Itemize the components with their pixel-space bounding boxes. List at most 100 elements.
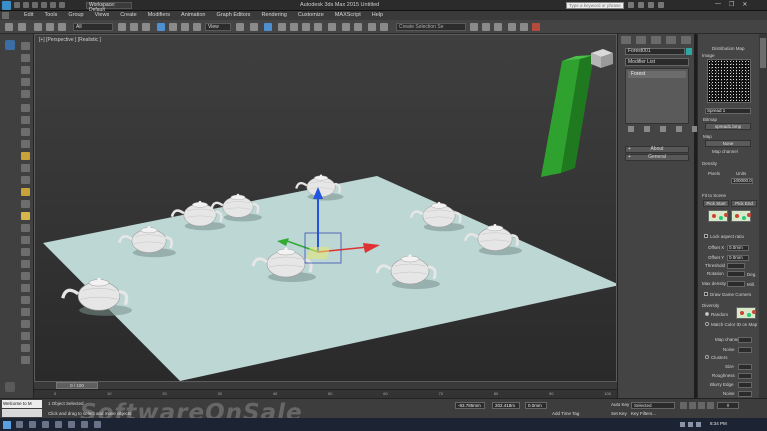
motion-tab-icon[interactable]: [666, 36, 676, 44]
graphite-tools-icon[interactable]: [380, 23, 388, 31]
blurry-edge-input[interactable]: [738, 382, 752, 388]
menu-rendering[interactable]: Rendering: [261, 12, 286, 18]
pick-end-button[interactable]: Pick End: [731, 200, 757, 207]
app-logo-icon[interactable]: [2, 1, 11, 10]
size-input[interactable]: [738, 364, 752, 370]
stack-item-forest[interactable]: Forest: [628, 71, 686, 78]
auto-key-button[interactable]: Auto Key: [611, 402, 629, 407]
display-layers-icon[interactable]: [21, 236, 30, 244]
save-file-icon[interactable]: [32, 2, 38, 8]
star-icon[interactable]: [638, 2, 644, 8]
redo-icon[interactable]: [50, 2, 56, 8]
track-bar[interactable]: 0 10 20 30 40 50 60 70 80 90 100: [34, 389, 617, 398]
menu-maxscript[interactable]: MAXScript: [335, 12, 361, 18]
viewport-label[interactable]: [+] [Perspective ] [Realistic ]: [39, 37, 101, 43]
ground-plane[interactable]: [43, 176, 617, 381]
render-production-icon[interactable]: [532, 23, 540, 31]
display-containers-icon[interactable]: [21, 200, 30, 208]
menu-modifiers[interactable]: Modifiers: [148, 12, 170, 18]
project-folder-icon[interactable]: [59, 2, 65, 8]
taskbar-app-icon[interactable]: [42, 421, 49, 428]
gizmo-xy-plane[interactable]: [306, 247, 330, 259]
menu-tools[interactable]: Tools: [44, 12, 57, 18]
align-icon[interactable]: [354, 23, 362, 31]
display-helpers-icon[interactable]: [21, 128, 30, 136]
reference-coordinate-dropdown[interactable]: View: [205, 23, 231, 31]
scrollbar-thumb[interactable]: [760, 38, 766, 68]
render-setup-icon[interactable]: [508, 23, 516, 31]
noise-input[interactable]: [738, 347, 752, 353]
modifier-list-dropdown[interactable]: Modifier List: [625, 58, 689, 66]
object-color-swatch[interactable]: [686, 48, 692, 55]
select-object-icon[interactable]: [118, 23, 126, 31]
viewport-layout-icon[interactable]: [5, 382, 15, 392]
z-coordinate-input[interactable]: 0.0mm: [525, 402, 547, 409]
draw-corners-checkbox[interactable]: [704, 292, 708, 296]
display-xrefs-icon[interactable]: [21, 188, 30, 196]
spinner-snap-icon[interactable]: [314, 23, 322, 31]
modify-tab-icon[interactable]: [636, 36, 646, 44]
sort-icon[interactable]: [21, 296, 30, 304]
perspective-viewport[interactable]: [+] [Perspective ] [Realistic ]: [34, 34, 617, 382]
time-slider[interactable]: 0 / 100: [34, 382, 617, 389]
select-icon[interactable]: [21, 42, 30, 50]
go-to-start-icon[interactable]: [680, 402, 687, 409]
workspace-dropdown[interactable]: Workspace: Default: [86, 2, 132, 13]
menu-customize[interactable]: Customize: [298, 12, 324, 18]
random-radio[interactable]: [705, 312, 709, 316]
maxscript-input[interactable]: [2, 409, 42, 417]
hierarchy-tab-icon[interactable]: [651, 36, 661, 44]
minimize-button[interactable]: —: [715, 1, 721, 8]
select-manipulate-icon[interactable]: [250, 23, 258, 31]
offset-y-input[interactable]: 0.0mm: [727, 255, 749, 261]
noise2-input[interactable]: [738, 391, 752, 397]
display-lights-icon[interactable]: [21, 104, 30, 112]
snaps-toggle-icon[interactable]: [278, 23, 286, 31]
rollout-general[interactable]: + General: [625, 154, 689, 161]
add-time-tag[interactable]: Add Time Tag: [552, 411, 579, 416]
menu-create[interactable]: Create: [120, 12, 137, 18]
display-cameras-icon[interactable]: [21, 116, 30, 124]
rollout-about[interactable]: + About: [625, 146, 689, 153]
key-filters-button[interactable]: Key Filters...: [631, 411, 656, 416]
max-menu-icon[interactable]: [2, 12, 9, 19]
sphere-icon[interactable]: [21, 332, 30, 340]
display-children-icon[interactable]: [21, 260, 30, 268]
taskbar-app-icon[interactable]: [29, 421, 36, 428]
open-file-icon[interactable]: [23, 2, 29, 8]
layer-manager-icon[interactable]: [368, 23, 376, 31]
next-frame-icon[interactable]: [707, 402, 714, 409]
mirror-icon[interactable]: [342, 23, 350, 31]
offset-x-input[interactable]: 0.0mm: [727, 245, 749, 251]
percent-snap-icon[interactable]: [302, 23, 310, 31]
viewcube[interactable]: [591, 49, 613, 68]
object-name-input[interactable]: Forest001: [625, 48, 685, 55]
scene-explorer-icon[interactable]: [5, 40, 15, 50]
angle-snap-icon[interactable]: [290, 23, 298, 31]
close-button[interactable]: ✕: [742, 1, 747, 8]
menu-help[interactable]: Help: [372, 12, 383, 18]
options-icon[interactable]: [21, 356, 30, 364]
display-lights-on-icon[interactable]: [21, 212, 30, 220]
display-particles-icon[interactable]: [21, 164, 30, 172]
pin-stack-icon[interactable]: [628, 126, 634, 132]
user-icon[interactable]: [648, 2, 654, 8]
rotation-input[interactable]: [727, 271, 745, 277]
map-channel2-input[interactable]: [738, 337, 752, 343]
binoculars-icon[interactable]: [628, 2, 634, 8]
distribution-map-preview[interactable]: [707, 59, 751, 103]
taskbar-app-icon[interactable]: [16, 421, 23, 428]
display-space-warps-icon[interactable]: [21, 140, 30, 148]
current-frame-input[interactable]: 0: [717, 402, 739, 409]
taskbar-app-icon[interactable]: [94, 421, 101, 428]
select-by-name-icon[interactable]: [130, 23, 138, 31]
bind-space-warp-icon[interactable]: [58, 23, 66, 31]
max-density-input[interactable]: [727, 281, 745, 287]
search-input[interactable]: Type a keyword or phrase: [566, 2, 624, 9]
maxscript-listener[interactable]: Welcome to M: [2, 400, 42, 408]
find-icon[interactable]: [21, 308, 30, 316]
select-and-scale-icon[interactable]: [181, 23, 189, 31]
display-selection-icon[interactable]: [21, 248, 30, 256]
display-geometry-icon[interactable]: [21, 78, 30, 86]
display-none-icon[interactable]: [21, 54, 30, 62]
